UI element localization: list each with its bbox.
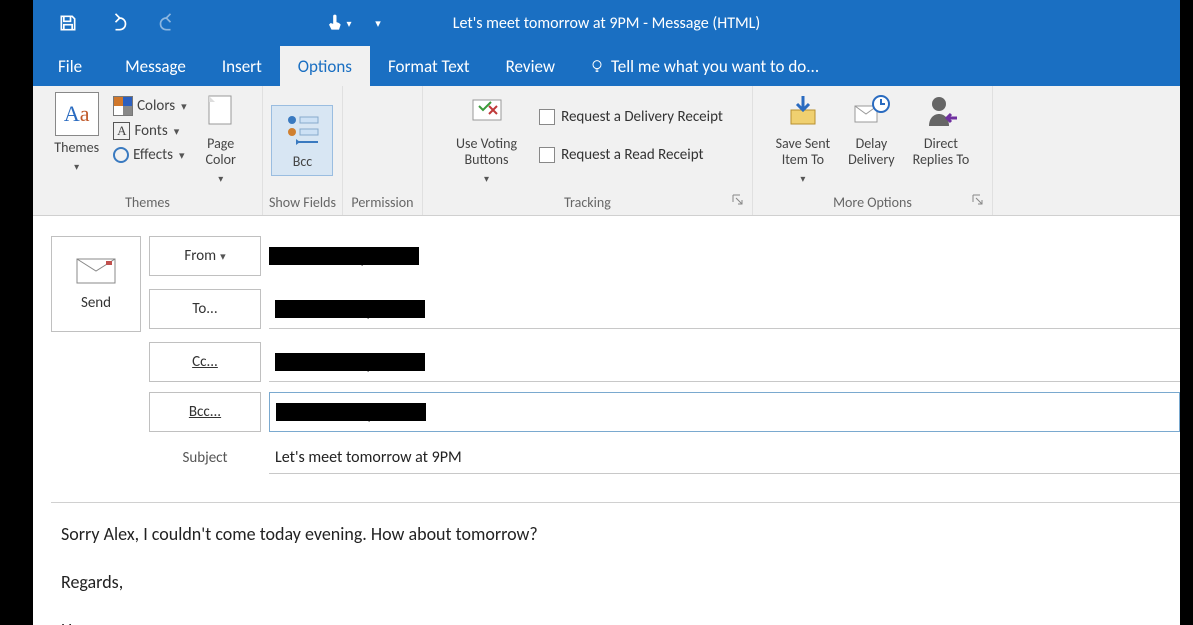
- group-tracking: Use Voting Buttons ▾ Request a Delivery …: [423, 86, 753, 215]
- effects-button[interactable]: Effects▾: [111, 144, 189, 166]
- body-line: Sorry Alex, I couldn't come today evenin…: [61, 521, 1170, 547]
- fonts-button[interactable]: A Fonts▾: [111, 120, 189, 142]
- page-color-icon: [201, 92, 241, 132]
- group-label-themes: Themes: [125, 191, 170, 213]
- customize-qat-button[interactable]: ▾: [363, 0, 393, 46]
- cc-field[interactable]: user3@example.com: [269, 342, 1180, 382]
- redo-icon: [158, 13, 178, 33]
- tell-me-placeholder: Tell me what you want to do...: [611, 56, 819, 77]
- ribbon: Aa Themes ▾ Colors▾ A Fonts▾: [33, 86, 1180, 216]
- left-border: [0, 0, 33, 625]
- group-permission: Permission: [343, 86, 423, 215]
- subject-label: Subject: [149, 442, 261, 474]
- direct-replies-icon: [921, 92, 961, 132]
- checkbox-icon: [539, 147, 555, 163]
- group-label-tracking: Tracking: [564, 191, 611, 213]
- bcc-field[interactable]: user8@example.com: [269, 392, 1180, 432]
- quick-access-toolbar: ▾ ▾: [33, 0, 393, 46]
- delay-icon: [851, 92, 891, 132]
- cc-value-redacted: user3@example.com: [275, 353, 425, 371]
- window-title: Let's meet tomorrow at 9PM - Message (HT…: [453, 14, 761, 33]
- right-border: [1180, 0, 1193, 625]
- themes-button[interactable]: Aa Themes ▾: [48, 90, 105, 175]
- tracking-dialog-launcher[interactable]: [732, 194, 748, 211]
- fonts-icon: A: [113, 122, 130, 140]
- group-themes: Aa Themes ▾ Colors▾ A Fonts▾: [33, 86, 263, 215]
- themes-icon: Aa: [55, 92, 99, 136]
- undo-button[interactable]: [93, 0, 143, 46]
- save-sent-icon: [783, 92, 823, 132]
- bcc-toggle-button[interactable]: Bcc: [271, 105, 333, 175]
- send-button[interactable]: Send: [51, 236, 141, 332]
- cc-button[interactable]: Cc...: [149, 342, 261, 382]
- delivery-receipt-checkbox[interactable]: Request a Delivery Receipt: [537, 104, 725, 130]
- ribbon-tabs: File Message Insert Options Format Text …: [33, 46, 1180, 86]
- group-show-fields: Bcc Show Fields: [263, 86, 343, 215]
- colors-icon: [113, 96, 133, 116]
- colors-button[interactable]: Colors▾: [111, 94, 189, 118]
- group-label-permission: Permission: [351, 191, 413, 213]
- to-value-redacted: user1@example.com: [275, 300, 425, 318]
- redo-button[interactable]: [143, 0, 193, 46]
- tell-me-search[interactable]: Tell me what you want to do...: [573, 46, 819, 86]
- effects-icon: [113, 147, 129, 163]
- subject-field[interactable]: Let's meet tomorrow at 9PM: [269, 442, 1180, 474]
- touch-mode-button[interactable]: ▾: [313, 0, 363, 46]
- from-value-redacted: user2@example.com: [269, 247, 419, 265]
- from-button[interactable]: From▾: [149, 236, 261, 276]
- voting-icon: [467, 92, 507, 132]
- more-options-dialog-launcher[interactable]: [972, 194, 988, 211]
- tab-review[interactable]: Review: [488, 46, 573, 86]
- compose-area: Send From▾ user2@example.com To... user1…: [33, 216, 1180, 625]
- page-color-button[interactable]: Page Color ▾: [195, 90, 247, 187]
- direct-replies-to-button[interactable]: Direct Replies To: [907, 90, 976, 170]
- to-field[interactable]: user1@example.com: [269, 289, 1180, 329]
- bcc-value-redacted: user8@example.com: [276, 403, 426, 421]
- tab-insert[interactable]: Insert: [204, 46, 280, 86]
- touch-icon: [324, 13, 344, 33]
- tab-file[interactable]: File: [33, 46, 107, 86]
- save-button[interactable]: [43, 0, 93, 46]
- checkbox-icon: [539, 109, 555, 125]
- dialog-launcher-icon: [972, 194, 984, 206]
- bcc-button[interactable]: Bcc...: [149, 392, 261, 432]
- tab-format-text[interactable]: Format Text: [370, 46, 488, 86]
- signature-line: Hanna.: [61, 617, 1170, 625]
- send-label: Send: [81, 294, 111, 312]
- envelope-icon: [76, 258, 116, 284]
- signature-line: Regards,: [61, 569, 1170, 595]
- group-label-show-fields: Show Fields: [269, 191, 336, 213]
- lightbulb-icon: [589, 58, 605, 74]
- save-icon: [58, 13, 78, 33]
- group-label-more-options: More Options: [833, 191, 912, 213]
- read-receipt-checkbox[interactable]: Request a Read Receipt: [537, 142, 725, 168]
- dialog-launcher-icon: [732, 194, 744, 206]
- tab-message[interactable]: Message: [107, 46, 204, 86]
- save-sent-item-to-button[interactable]: Save Sent Item To ▾: [770, 90, 837, 187]
- message-body[interactable]: Sorry Alex, I couldn't come today evenin…: [51, 502, 1180, 625]
- use-voting-buttons[interactable]: Use Voting Buttons ▾: [450, 90, 523, 187]
- from-field: user2@example.com: [269, 236, 1180, 276]
- chevron-down-icon: ▾: [375, 17, 381, 30]
- to-button[interactable]: To...: [149, 289, 261, 329]
- bcc-icon: [282, 110, 322, 150]
- undo-icon: [108, 13, 128, 33]
- tab-options[interactable]: Options: [280, 46, 370, 86]
- title-bar: ▾ ▾ Let's meet tomorrow at 9PM - Message…: [33, 0, 1180, 46]
- delay-delivery-button[interactable]: Delay Delivery: [842, 90, 900, 170]
- group-more-options: Save Sent Item To ▾ Delay Delivery Dir: [753, 86, 993, 215]
